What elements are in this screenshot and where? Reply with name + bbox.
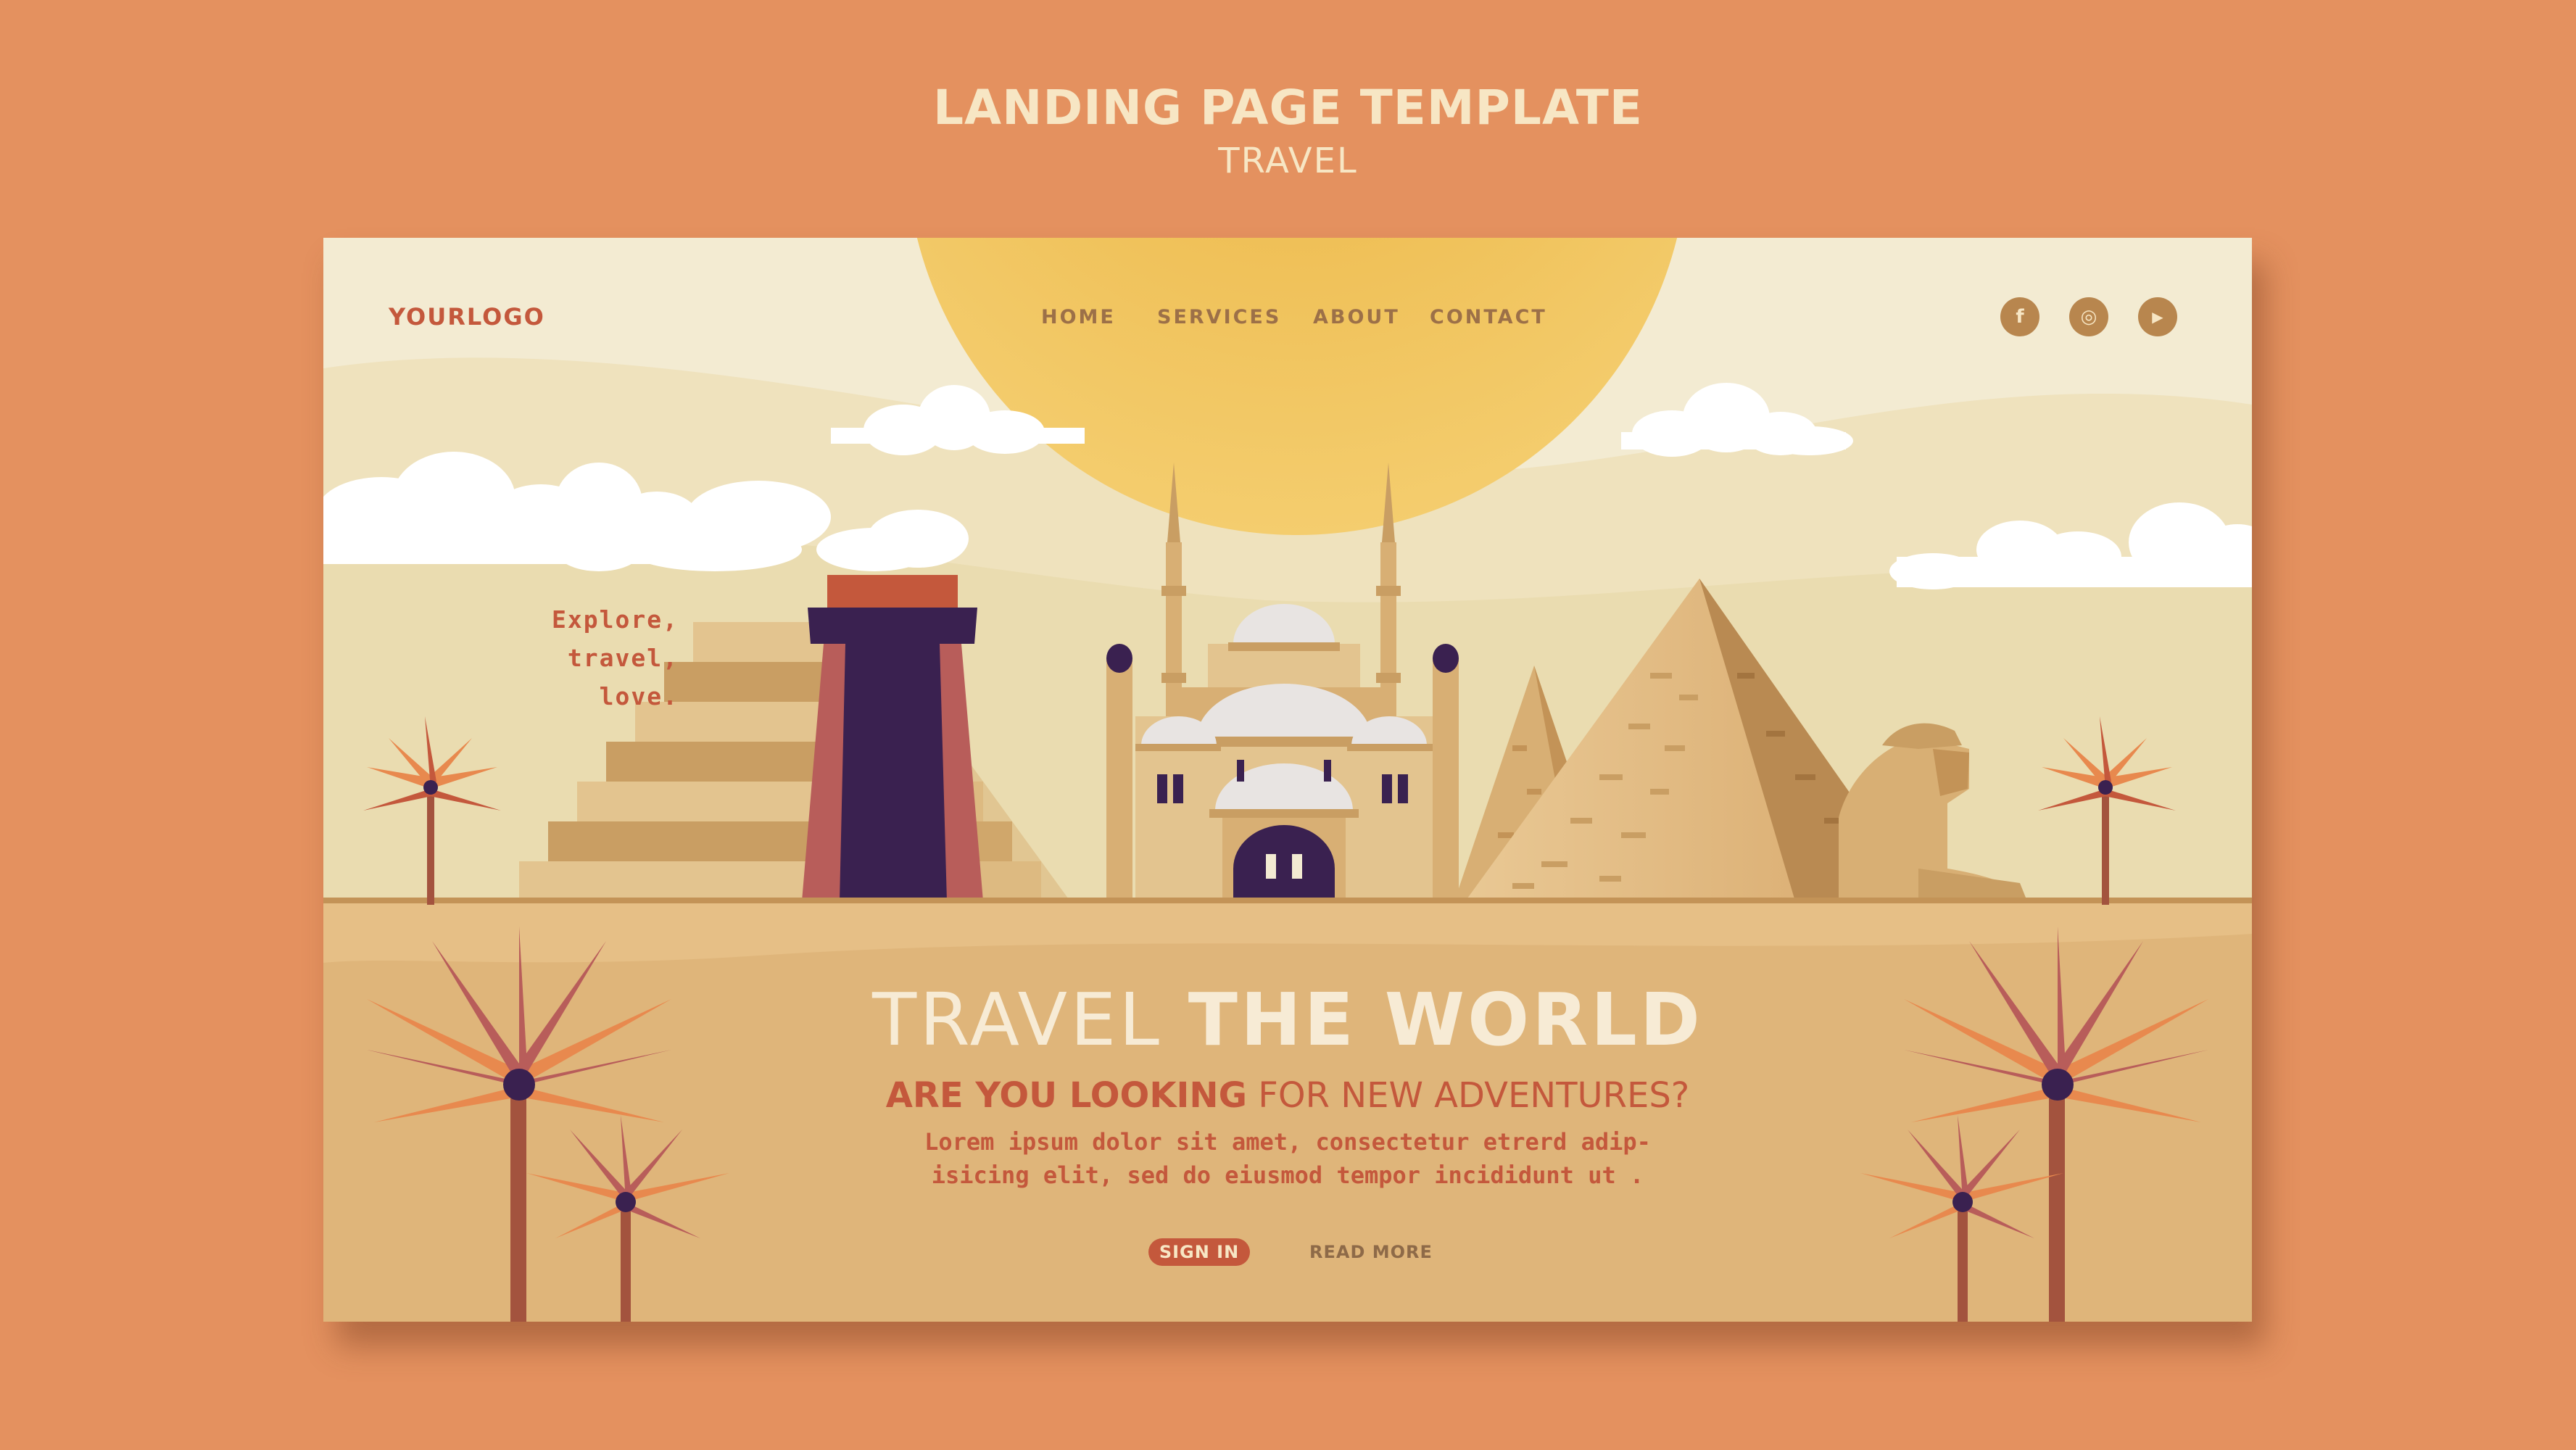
- nav-home-link[interactable]: HOME: [1041, 306, 1116, 328]
- facebook-icon[interactable]: f: [2000, 297, 2039, 336]
- tagline-line: Explore,: [552, 605, 679, 634]
- instagram-icon[interactable]: ◎: [2069, 297, 2108, 336]
- hero-subheading-bold: ARE YOU LOOKING: [885, 1075, 1247, 1116]
- hero-body-line: Lorem ipsum dolor sit amet, consectetur …: [924, 1128, 1651, 1156]
- nav-services-link[interactable]: SERVICES: [1157, 306, 1281, 328]
- youtube-icon[interactable]: ▶: [2138, 297, 2177, 336]
- hero-body-text: Lorem ipsum dolor sit amet, consectetur …: [853, 1125, 1723, 1192]
- nav-contact-link[interactable]: CONTACT: [1430, 306, 1547, 328]
- page-title: LANDING PAGE TEMPLATE: [933, 80, 1643, 136]
- hero-title: TRAVEL THE WORLD: [323, 977, 2252, 1062]
- sign-in-button[interactable]: SIGN IN: [1148, 1238, 1250, 1266]
- site-logo[interactable]: YOURLOGO: [389, 303, 545, 331]
- nav-about-link[interactable]: ABOUT: [1313, 306, 1400, 328]
- hero-body-line: isicing elit, sed do eiusmod tempor inci…: [931, 1161, 1644, 1189]
- tower-gate: [802, 575, 983, 901]
- hero-title-light: TRAVEL: [872, 977, 1188, 1062]
- hero-title-bold: THE WORLD: [1188, 977, 1703, 1062]
- tagline-line: love.: [599, 682, 679, 710]
- hero-subheading: ARE YOU LOOKING FOR NEW ADVENTURES?: [323, 1075, 2252, 1116]
- tagline: Explore, travel, love.: [497, 600, 679, 716]
- page-subtitle: TRAVEL: [1218, 141, 1358, 181]
- tagline-line: travel,: [567, 644, 679, 672]
- horizon-line: [323, 898, 2252, 903]
- hero-subheading-rest: FOR NEW ADVENTURES?: [1246, 1075, 1690, 1116]
- landing-page-preview: YOURLOGO HOME SERVICES ABOUT CONTACT f ◎…: [323, 238, 2252, 1322]
- read-more-button[interactable]: READ MORE: [1309, 1238, 1433, 1266]
